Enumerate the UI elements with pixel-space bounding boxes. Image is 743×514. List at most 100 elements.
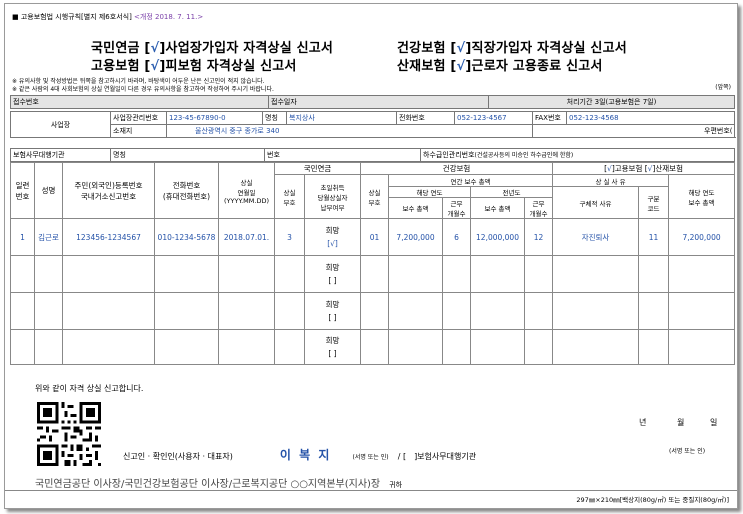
cell-phone[interactable]: 010-1234-5678: [154, 218, 219, 256]
cell-pay-total[interactable]: [388, 329, 444, 365]
cell-phone[interactable]: [154, 292, 219, 330]
cell-reason-detail[interactable]: 자진퇴사: [552, 218, 640, 256]
col-phone: 전화번호 (휴대전화번호): [154, 162, 219, 219]
cell-rrn[interactable]: [62, 292, 155, 330]
cell-pension-code[interactable]: [274, 255, 305, 293]
cell-employment-annual[interactable]: [668, 255, 736, 293]
subcontract-note: (건설공사등의 미승인 하수급인에 한함): [474, 152, 574, 159]
company-name-value[interactable]: 복지상사: [286, 111, 397, 125]
cell-name[interactable]: [34, 329, 63, 365]
cell-loss-date[interactable]: [218, 329, 275, 365]
cell-prev-pay-total[interactable]: [470, 255, 526, 293]
cell-loss-date[interactable]: [218, 292, 275, 330]
hope-checkbox[interactable]: [ ]: [306, 274, 360, 287]
cell-pension-pay[interactable]: 희망 [√]: [303, 218, 362, 256]
cell-months[interactable]: [442, 292, 472, 330]
cell-employment-annual[interactable]: 7,200,000: [668, 218, 736, 256]
cell-phone[interactable]: [154, 329, 219, 365]
form-reference: ■ 고용보험법 시행규칙[별지 제6호서식] <개정 2018. 7. 11.>: [12, 12, 203, 22]
cell-serial[interactable]: [10, 329, 35, 365]
processing-period: 처리기간 3일(고용보험은 7일): [488, 95, 735, 109]
title-pension: 국민연금 [√]사업장가입자 자격상실 신고서: [91, 37, 333, 56]
reporter-label: 신고인 · 확인인(사용자 · 대표자): [123, 452, 233, 461]
cell-reason-code[interactable]: 11: [638, 218, 670, 256]
title-text: ]피보험 자격상실 신고서: [159, 59, 297, 74]
cell-loss-date[interactable]: [218, 255, 275, 293]
cell-pay-total[interactable]: 7,200,000: [388, 218, 444, 256]
address-value[interactable]: 울산광역시 중구 종가로 340: [166, 124, 533, 138]
postal-label: 우편번호(: [532, 124, 735, 138]
cell-prev-pay-total[interactable]: 12,000,000: [470, 218, 526, 256]
cell-pension-code[interactable]: [274, 329, 305, 365]
qr-code-icon: [37, 402, 101, 466]
cell-prev-months[interactable]: 12: [524, 218, 554, 256]
cell-reason-code[interactable]: [638, 329, 670, 365]
sign-mark-1: (서명 또는 인): [352, 454, 389, 461]
title-text: 고용보험 [: [91, 59, 151, 74]
col-reason-detail: 구체적 사유: [552, 186, 640, 219]
hope-label: 희망: [325, 300, 340, 309]
cell-pension-code[interactable]: 3: [274, 218, 305, 256]
cell-reason-detail[interactable]: [552, 255, 640, 293]
col-pension-pay: 초일취득 당월상실자 납부여부: [303, 174, 362, 219]
cell-health-code[interactable]: 01: [360, 218, 390, 256]
note-2: ※ 같은 사람의 4대 사회보험의 상실 연월일이 다른 경우 유의사항을 참고…: [12, 86, 274, 93]
address-label: 소재지: [110, 124, 167, 138]
cell-rrn[interactable]: [62, 255, 155, 293]
fax-label: FAX번호: [532, 111, 567, 125]
cell-serial[interactable]: [10, 292, 35, 330]
reporter-name[interactable]: 이 복 지: [280, 448, 331, 462]
cell-pension-pay[interactable]: 희망 [ ]: [303, 255, 362, 293]
cell-months[interactable]: [442, 255, 472, 293]
cell-rrn[interactable]: 123456-1234567: [62, 218, 155, 256]
cell-loss-date[interactable]: 2018.07.01.: [218, 218, 275, 256]
cell-name[interactable]: [34, 292, 63, 330]
cell-prev-months[interactable]: [524, 329, 554, 365]
cell-prev-pay-total[interactable]: [470, 329, 526, 365]
hope-checkbox[interactable]: [√]: [306, 237, 360, 250]
cell-reason-detail[interactable]: [552, 292, 640, 330]
cell-name[interactable]: [34, 255, 63, 293]
title-health: 건강보험 [√]직장가입자 자격상실 신고서: [397, 37, 627, 56]
cell-prev-months[interactable]: [524, 292, 554, 330]
cell-reason-code[interactable]: [638, 292, 670, 330]
cell-rrn[interactable]: [62, 329, 155, 365]
title-employment: 고용보험 [√]피보험 자격상실 신고서: [91, 55, 297, 74]
table-row: 1 김근로 123456-1234567 010-1234-5678 2018.…: [10, 218, 736, 256]
hope-label: 희망: [325, 226, 340, 235]
agency-name-label: 명칭: [110, 148, 265, 162]
cell-health-code[interactable]: [360, 292, 390, 330]
cell-pension-pay[interactable]: 희망 [ ]: [303, 329, 362, 365]
footer-divider: [5, 490, 737, 491]
cell-phone[interactable]: [154, 255, 219, 293]
cell-months[interactable]: 6: [442, 218, 472, 256]
cell-pension-pay[interactable]: 희망 [ ]: [303, 292, 362, 330]
revision-note: <개정 2018. 7. 11.>: [134, 13, 204, 21]
hope-checkbox[interactable]: [ ]: [306, 347, 360, 360]
mgmt-no-value[interactable]: 123-45-67890-0: [166, 111, 263, 125]
cell-reason-detail[interactable]: [552, 329, 640, 365]
cell-prev-months[interactable]: [524, 255, 554, 293]
cell-employment-annual[interactable]: [668, 292, 736, 330]
cell-months[interactable]: [442, 329, 472, 365]
hope-checkbox[interactable]: [ ]: [306, 311, 360, 324]
cell-prev-pay-total[interactable]: [470, 292, 526, 330]
agency-option[interactable]: ]보험사무대행기관: [414, 452, 476, 461]
receipt-table: 접수번호 접수일자 처리기간 3일(고용보험은 7일): [10, 95, 735, 109]
front-side-label: (앞쪽): [715, 84, 731, 91]
cell-serial[interactable]: [10, 255, 35, 293]
cell-pay-total[interactable]: [388, 255, 444, 293]
cell-employment-annual[interactable]: [668, 329, 736, 365]
cell-pay-total[interactable]: [388, 292, 444, 330]
fax-value[interactable]: 052-123-4568: [566, 111, 735, 125]
cell-pension-code[interactable]: [274, 292, 305, 330]
agency-table: 보험사무대행기관 명칭 번호 하수급인관리번호(건설공사등의 미승인 하수급인에…: [10, 148, 735, 162]
group-pension: 국민연금: [273, 162, 362, 175]
cell-health-code[interactable]: [360, 255, 390, 293]
cell-name[interactable]: 김근로: [34, 218, 63, 256]
cell-reason-code[interactable]: [638, 255, 670, 293]
col-months: 근무 개월수: [442, 197, 472, 219]
phone-value[interactable]: 052-123-4567: [454, 111, 533, 125]
cell-serial[interactable]: 1: [10, 218, 35, 256]
cell-health-code[interactable]: [360, 329, 390, 365]
